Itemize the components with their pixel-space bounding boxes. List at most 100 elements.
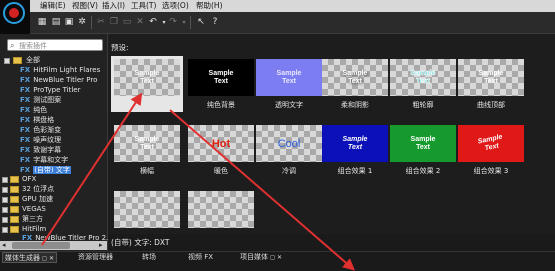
help-icon[interactable]: ? [209,16,221,28]
folder-icon [10,206,19,213]
expand-toggle[interactable] [2,207,8,213]
tab-explorer[interactable]: 资源管理器 [78,252,113,263]
cut-icon[interactable]: ✂ [95,16,107,28]
app-logo-icon [0,0,30,34]
menu-help[interactable]: 帮助(H) [196,1,223,11]
folder-icon [10,176,19,183]
tree-item-group[interactable]: OFX [22,174,36,184]
toolbar-divider [190,16,191,29]
menu-edit[interactable]: 编辑(E) [40,1,66,11]
tree-item-child[interactable]: FX HitFilm Light Flares [20,65,100,75]
preset-thumbnail: Hot [188,125,254,162]
tree-item-child[interactable]: FX 棋盘格 [20,115,54,125]
preset-tile[interactable] [188,191,254,228]
tree-item-group[interactable]: 32 位浮点 [22,184,54,194]
preset-tile[interactable]: Sample Text 曲线顶部 [458,59,524,110]
scroll-right-icon[interactable]: ▸ [99,241,103,250]
new-icon[interactable]: ▦ [36,16,48,28]
tree-item-child[interactable]: FX 色彩渐变 [20,125,61,135]
preset-tile[interactable]: Sample Text 组合效果 2 [390,125,456,176]
dock-tab-bar: 媒体生成器 ◻ ✕ 资源管理器 转场 视频 FX 项目媒体 ◻ ✕ [0,251,555,271]
expand-toggle[interactable] [2,177,8,183]
save-icon[interactable]: ▣ [63,16,75,28]
preset-thumbnail: Sample Text [390,125,456,162]
app-logo-dot [9,8,19,18]
preset-tile[interactable]: Sample Text 组合效果 1 [322,125,388,176]
expand-toggle[interactable] [2,227,8,233]
tree-item-group[interactable]: GPU 加速 [22,194,53,204]
tab-project-media[interactable]: 项目媒体 ◻ ✕ [240,252,282,263]
preset-thumbnail [114,191,180,228]
search-input[interactable] [19,41,101,50]
preset-tile[interactable]: Sample Text 柔和阴影 [322,59,388,110]
tab-close-icon[interactable]: ✕ [49,253,54,264]
copy-icon[interactable]: ❐ [108,16,120,28]
preset-thumbnail: Sample Text [458,125,524,162]
folder-icon [10,196,19,203]
menu-bar: 编辑(E) 视图(V) 插入(I) 工具(T) 选项(O) 帮助(H) [30,0,555,12]
preset-label: 预设: [111,43,129,52]
preset-caption: 曲线顶部 [477,101,505,109]
delete-icon[interactable]: ✕ [134,16,146,28]
tab-media-generator[interactable]: 媒体生成器 ◻ ✕ [2,252,58,264]
tab-label: 媒体生成器 [5,254,40,262]
preset-thumbnail: Sample Text [458,59,524,96]
preset-thumbnail [188,191,254,228]
tree-item-child[interactable]: FX NewBlue Titler Pro [20,75,97,85]
preset-panel: 预设: Sample Text Sample Text 纯色背景 Sample Tex… [108,34,555,251]
preset-caption: 组合效果 3 [473,167,509,175]
preset-tile[interactable]: Sample Text 横幅 [114,125,180,176]
menu-options[interactable]: 选项(O) [162,1,189,11]
collapse-toggle[interactable] [4,58,10,64]
plugin-search-box[interactable]: ⌕ [7,39,103,51]
preset-thumbnail: Sample Text [114,59,180,96]
tree-item-root[interactable]: 全部 [26,55,40,65]
plugin-tree-panel: ⌕ 全部 FXHitFilm Light Flares FXNewBlue Ti… [0,34,113,251]
menu-tools[interactable]: 工具(T) [131,1,156,11]
preset-thumbnail: Sample Text [390,59,456,96]
scroll-thumb[interactable] [12,242,70,249]
tree-item-child[interactable]: FX 致谢字幕 [20,145,61,155]
preset-thumbnail: Sample Text [322,59,388,96]
preset-tile[interactable]: Sample Text 组合效果 3 [458,125,524,176]
preset-tile[interactable]: Cool 冷调 [256,125,322,176]
horizontal-scrollbar[interactable]: ◂ ▸ [0,241,107,250]
menu-insert[interactable]: 插入(I) [102,1,125,11]
tree-item-group[interactable]: VEGAS [22,204,46,214]
tree-item-group[interactable]: 第三方 [22,214,43,224]
preset-thumbnail: Sample Text [114,125,180,162]
settings-icon[interactable]: ✲ [76,16,88,28]
preset-tile[interactable]: Sample Text 透明文字 [256,59,322,110]
folder-icon [13,57,22,64]
tab-transitions[interactable]: 转场 [142,252,156,263]
preset-thumbnail: Sample Text [322,125,388,162]
tab-video-fx[interactable]: 视频 FX [188,252,213,263]
expand-toggle[interactable] [2,197,8,203]
preset-tile[interactable]: Hot 暖色 [188,125,254,176]
tree-item-child[interactable]: FX ProType Titler [20,85,80,95]
expand-toggle[interactable] [2,217,8,223]
preset-caption: 组合效果 2 [405,167,441,175]
tab-pin-icon[interactable]: ◻ [42,253,47,264]
redo-dropdown-icon[interactable]: ▾ [178,16,190,28]
preset-tile[interactable] [114,191,180,228]
tree-item-child[interactable]: FX 噪声纹理 [20,135,61,145]
preset-caption: 暖色 [214,167,228,175]
tree-item-child[interactable]: FX 测试图案 [20,95,61,105]
paste-icon[interactable]: ▭ [121,16,133,28]
preset-caption: 横幅 [140,167,154,175]
scroll-left-icon[interactable]: ◂ [2,241,6,250]
preset-description: (自带) 文字: DXT [108,234,555,251]
preset-caption: 冷调 [282,167,296,175]
menu-view[interactable]: 视图(V) [72,1,98,11]
tree-item-child[interactable]: FX 纯色 [20,105,47,115]
open-icon[interactable]: ▤ [50,16,62,28]
tab-pin-icon[interactable]: ◻ [270,252,275,263]
tree-item-child[interactable]: FX 字幕和文字 [20,155,68,165]
preset-tile[interactable]: Sample Text 纯色背景 [188,59,254,110]
tab-close-icon[interactable]: ✕ [277,252,282,263]
expand-toggle[interactable] [2,187,8,193]
preset-tile[interactable]: Sample Text 粗轮廓 [390,59,456,110]
preset-tile-selected[interactable]: Sample Text [111,56,183,112]
pointer-icon[interactable]: ↖ [195,16,207,28]
